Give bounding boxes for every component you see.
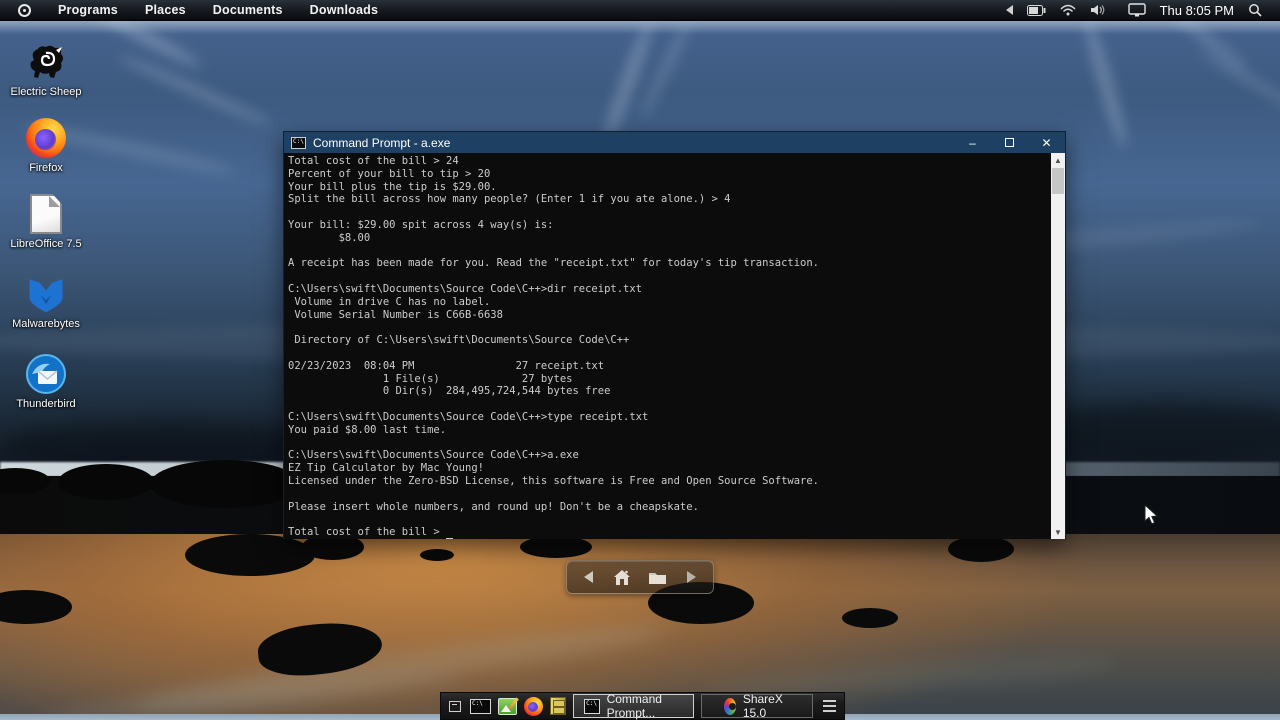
close-button[interactable]: ✕ (1028, 132, 1065, 153)
desktop-icon-label: Electric Sheep (10, 86, 82, 98)
scrollbar-down-icon[interactable]: ▼ (1051, 525, 1065, 539)
electric-sheep-icon (26, 44, 66, 82)
window-titlebar[interactable]: Command Prompt - a.exe – ✕ (284, 132, 1065, 153)
volume-icon[interactable] (1090, 4, 1106, 16)
desktop-icon-thunderbird[interactable]: Thunderbird (0, 354, 92, 410)
thunderbird-icon (26, 354, 66, 394)
task-sharex[interactable]: ShareX 15.0 (700, 692, 813, 720)
navigation-dock (566, 560, 714, 594)
firefox-launcher[interactable] (524, 695, 544, 717)
rock (948, 536, 1014, 562)
home-button[interactable] (613, 569, 631, 586)
firefox-icon (524, 696, 544, 716)
task-label: ShareX 15.0 (742, 692, 783, 720)
menu-programs[interactable]: Programs (58, 3, 118, 17)
command-prompt-window: Command Prompt - a.exe – ✕ Total cost of… (283, 131, 1066, 539)
display-icon[interactable] (1127, 3, 1146, 17)
desktop-icon-firefox[interactable]: Firefox (0, 118, 92, 174)
sharex-icon (723, 697, 736, 715)
panel-collapse-icon[interactable] (1005, 5, 1013, 15)
mouse-cursor (1144, 505, 1158, 525)
menu-downloads[interactable]: Downloads (310, 3, 378, 17)
rock (185, 534, 315, 576)
maximize-icon (1005, 138, 1014, 147)
scrollbar-up-icon[interactable]: ▲ (1051, 153, 1065, 167)
battery-icon[interactable] (1026, 4, 1046, 16)
desktop-icon-label: Thunderbird (16, 398, 76, 410)
task-command-prompt[interactable]: Command Prompt... (573, 692, 694, 720)
desktop-icon-label: LibreOffice 7.5 (10, 238, 82, 250)
file-cabinet-launcher[interactable] (550, 695, 567, 717)
scrollbar-thumb[interactable] (1052, 168, 1064, 194)
rock (520, 536, 592, 558)
terminal-scrollbar[interactable]: ▲ ▼ (1051, 153, 1065, 539)
taskbar-menu-icon[interactable] (822, 695, 838, 717)
show-desktop-icon (449, 700, 462, 712)
task-label: Command Prompt... (606, 692, 662, 720)
search-icon[interactable] (1248, 3, 1262, 17)
terminal-text: Total cost of the bill > 24 Percent of y… (288, 155, 820, 539)
desktop-icon-label: Firefox (29, 162, 63, 174)
desktop-icon-electric-sheep[interactable]: Electric Sheep (0, 44, 92, 98)
malwarebytes-icon (25, 274, 67, 314)
terminal-icon (470, 698, 492, 714)
forward-button[interactable] (683, 569, 699, 585)
desktop-icon-label: Malwarebytes (12, 318, 80, 330)
firefox-icon (26, 118, 66, 158)
desktop-icon-malwarebytes[interactable]: Malwarebytes (0, 274, 92, 330)
desktop-icon-libreoffice[interactable]: LibreOffice 7.5 (0, 194, 92, 250)
panel-clock[interactable]: Thu 8:05 PM (1160, 3, 1234, 18)
maximize-button[interactable] (991, 132, 1028, 153)
command-prompt-icon (291, 136, 306, 149)
back-button[interactable] (581, 569, 597, 585)
libreoffice-icon (30, 194, 62, 234)
menu-documents[interactable]: Documents (213, 3, 283, 17)
window-title: Command Prompt - a.exe (313, 135, 451, 150)
file-cabinet-icon (550, 697, 567, 715)
terminal-launcher[interactable] (470, 695, 492, 717)
distro-logo-icon[interactable] (18, 3, 31, 17)
top-panel: Programs Places Documents Downloads Thu … (0, 0, 1280, 21)
image-editor-icon (498, 697, 518, 715)
terminal-icon (584, 698, 600, 714)
menu-places[interactable]: Places (145, 3, 186, 17)
wifi-icon[interactable] (1060, 4, 1076, 16)
terminal-area[interactable]: Total cost of the bill > 24 Percent of y… (284, 153, 1065, 539)
minimize-button[interactable]: – (954, 132, 991, 153)
terminal-cursor (446, 538, 453, 539)
image-editor-launcher[interactable] (498, 695, 518, 717)
show-desktop-button[interactable] (447, 695, 463, 717)
rock (842, 608, 898, 628)
rock (420, 549, 454, 561)
folder-button[interactable] (648, 570, 667, 585)
taskbar: Command Prompt... ShareX 15.0 (440, 692, 845, 720)
